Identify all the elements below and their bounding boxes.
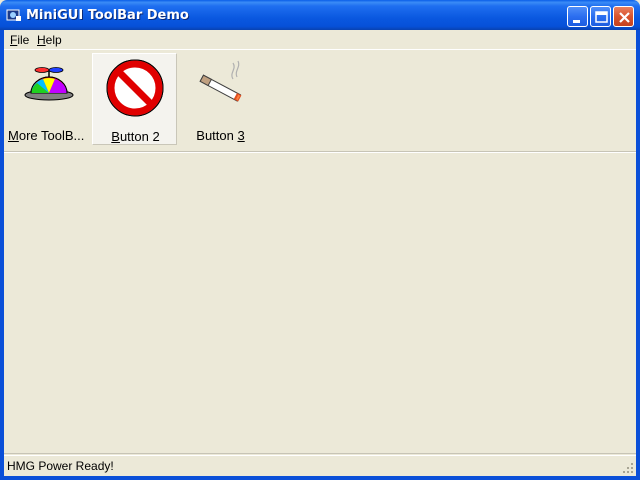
app-window: MiniGUI ToolBar Demo File Help More Tool… — [0, 0, 640, 480]
more-toolbars-rest: ore ToolB... — [18, 128, 85, 143]
menu-file[interactable]: File — [10, 33, 29, 47]
app-icon[interactable] — [6, 7, 22, 23]
status-bar: HMG Power Ready! — [4, 453, 636, 476]
button-2-label: Button 2 — [93, 129, 178, 144]
close-icon — [619, 12, 630, 23]
menu-help-label: elp — [45, 33, 62, 47]
more-toolbars-accel: M — [8, 128, 19, 143]
more-toolbars-button[interactable]: More ToolB... — [6, 53, 91, 145]
status-bar-highlight — [4, 455, 636, 456]
maximize-button[interactable] — [590, 6, 611, 27]
minimize-icon — [573, 20, 580, 23]
no-sign-icon — [106, 59, 163, 117]
resize-grip-icon[interactable] — [622, 462, 634, 474]
client-area[interactable] — [4, 153, 636, 453]
menu-help-accel: H — [37, 33, 46, 47]
window-frame-right — [636, 30, 640, 480]
button-3-accel: 3 — [237, 128, 245, 143]
menu-file-label: ile — [17, 33, 30, 47]
button-3-prefix: Button — [196, 128, 238, 143]
button-2-rest: utton 2 — [119, 129, 160, 144]
menu-help[interactable]: Help — [37, 33, 62, 47]
button-3[interactable]: Button 3 — [178, 53, 263, 145]
propeller-hat-icon — [24, 67, 73, 101]
close-button[interactable] — [613, 6, 634, 27]
cigarette-icon — [198, 60, 241, 102]
status-text: HMG Power Ready! — [7, 459, 114, 473]
title-bar[interactable]: MiniGUI ToolBar Demo — [0, 0, 640, 30]
more-toolbars-label: More ToolB... — [8, 128, 93, 143]
window-title: MiniGUI ToolBar Demo — [26, 8, 189, 23]
button-2[interactable]: Button 2 — [92, 53, 177, 145]
window-frame-bottom — [0, 476, 640, 480]
button-2-accel: B — [111, 129, 120, 144]
minimize-button[interactable] — [567, 6, 588, 27]
menu-bar: File Help — [4, 30, 636, 49]
toolbar: More ToolB... Button 2 Button 3 — [4, 50, 636, 151]
maximize-icon — [595, 11, 608, 23]
button-3-label: Button 3 — [178, 128, 263, 143]
